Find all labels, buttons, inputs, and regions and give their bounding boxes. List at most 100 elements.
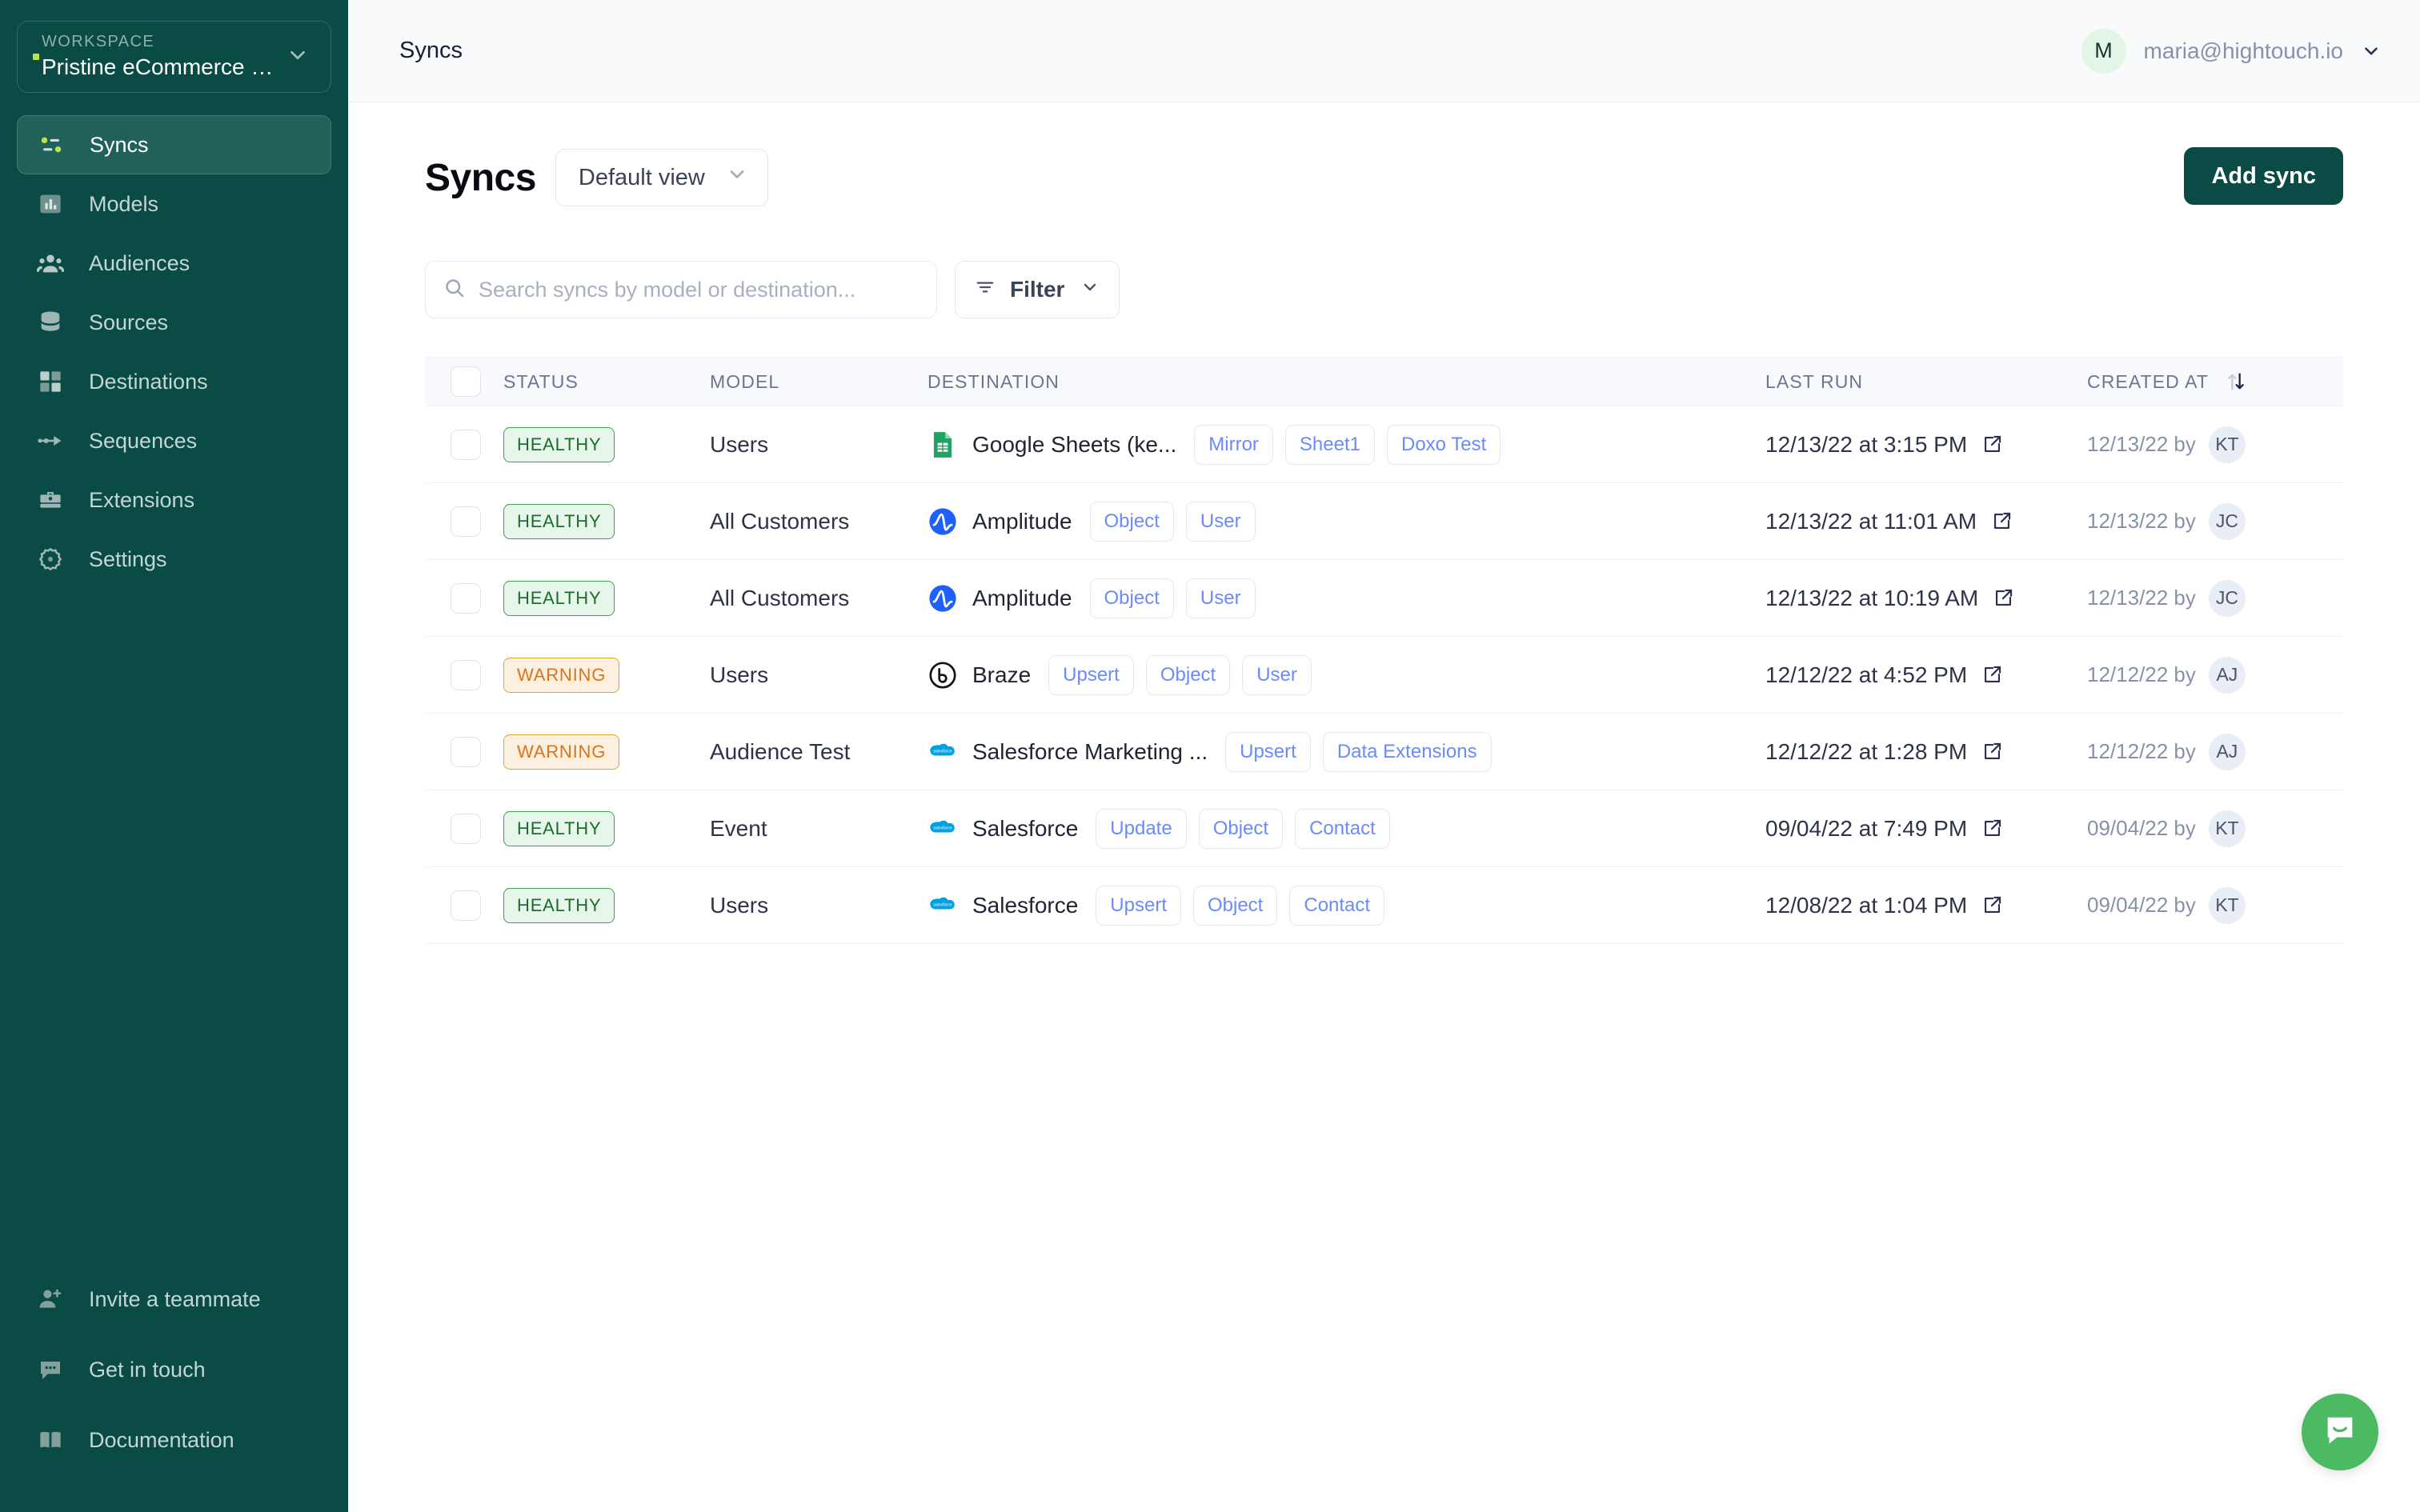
row-checkbox[interactable]: [451, 813, 481, 844]
sync-config-pill[interactable]: Upsert: [1048, 654, 1134, 695]
svg-text:salesforce: salesforce: [933, 749, 952, 754]
table-row[interactable]: HEALTHY All Customers Amplitude Object User 1…: [425, 483, 2343, 560]
sidebar-item-documentation[interactable]: Documentation: [17, 1405, 331, 1475]
sync-config-pill[interactable]: Upsert: [1225, 731, 1311, 772]
sync-config-pill[interactable]: Object: [1089, 578, 1174, 618]
row-select-cell: [425, 429, 503, 460]
view-selector[interactable]: Default view: [555, 149, 768, 206]
filter-button[interactable]: Filter: [955, 261, 1120, 318]
table-row[interactable]: HEALTHY Users salesforce Salesforce Upsert Ob…: [425, 867, 2350, 944]
status-cell: HEALTHY: [503, 503, 710, 539]
creator-avatar: AJ: [2208, 733, 2246, 770]
sync-config-pill[interactable]: Contact: [1295, 808, 1390, 849]
workspace-switcher[interactable]: WORKSPACE Pristine eCommerce Demo: [17, 21, 331, 93]
sync-config-pill[interactable]: Contact: [1289, 885, 1385, 926]
external-link-icon[interactable]: [1981, 741, 2003, 762]
external-link-icon[interactable]: [1981, 818, 2003, 839]
table-header-row: STATUS MODEL DESTINATION LAST RUN CREATE…: [425, 357, 2343, 406]
row-overflow-menu-icon[interactable]: ⋮: [2342, 894, 2350, 918]
table-row[interactable]: HEALTHY Event salesforce Salesforce Update Ob…: [425, 790, 2350, 867]
app-root: WORKSPACE Pristine eCommerce Demo Syncs: [0, 0, 2420, 1512]
column-header-status[interactable]: STATUS: [503, 371, 710, 393]
column-header-destination[interactable]: DESTINATION: [928, 371, 1765, 393]
svg-text:salesforce: salesforce: [933, 902, 952, 907]
sync-config-pill[interactable]: Upsert: [1096, 885, 1181, 926]
destination-name: Google Sheets (ke...: [972, 431, 1177, 457]
row-select-cell: [425, 506, 503, 537]
audiences-icon: [36, 249, 65, 278]
last-run-cell: 12/13/22 at 10:19 AM: [1765, 586, 2087, 611]
sync-config-pill[interactable]: Object: [1089, 501, 1174, 542]
table-row[interactable]: HEALTHY Users Google Sheets (ke... Mirror Sh…: [425, 406, 2343, 483]
table-row[interactable]: WARNING Audience Test salesforce Salesforce…: [425, 714, 2343, 790]
sidebar-item-invite-teammate[interactable]: Invite a teammate: [17, 1264, 331, 1334]
row-checkbox[interactable]: [451, 736, 481, 767]
sidebar-item-audiences[interactable]: Audiences: [17, 234, 331, 293]
sidebar-item-syncs[interactable]: Syncs: [17, 115, 331, 174]
sidebar-item-label: Documentation: [89, 1427, 234, 1452]
column-header-created-at[interactable]: CREATED AT: [2087, 370, 2343, 393]
created-at-text: 12/13/22 by: [2087, 586, 2196, 610]
sidebar-item-label: Get in touch: [89, 1357, 206, 1382]
sidebar-item-sources[interactable]: Sources: [17, 293, 331, 352]
table-row[interactable]: HEALTHY All Customers Amplitude Object User 1…: [425, 560, 2343, 637]
search-icon: [443, 277, 466, 303]
workspace-status-dot: [33, 54, 39, 60]
created-at-text: 12/12/22 by: [2087, 662, 2196, 686]
external-link-icon[interactable]: [1981, 434, 2003, 455]
row-overflow-menu-icon[interactable]: ⋮: [2342, 817, 2350, 841]
sync-config-pill[interactable]: User: [1242, 654, 1312, 695]
sync-config-pill[interactable]: Sheet1: [1284, 424, 1375, 465]
table-toolbar: Filter: [425, 261, 2343, 318]
sync-config-pill[interactable]: Doxo Test: [1387, 424, 1501, 465]
search-input[interactable]: [479, 277, 919, 302]
sidebar-item-extensions[interactable]: Extensions: [17, 470, 331, 530]
book-icon: [36, 1426, 65, 1454]
sync-config-pill[interactable]: Update: [1096, 808, 1187, 849]
sync-config-pill[interactable]: Data Extensions: [1322, 731, 1492, 772]
destination-cell: Amplitude Object User: [928, 578, 1765, 618]
sync-config-pill[interactable]: Object: [1198, 808, 1284, 849]
external-link-icon[interactable]: [1981, 664, 2003, 686]
row-checkbox[interactable]: [451, 890, 481, 921]
select-all-checkbox[interactable]: [451, 366, 481, 397]
sync-config-pill[interactable]: Object: [1145, 654, 1231, 695]
sync-config-pill[interactable]: Object: [1192, 885, 1278, 926]
row-select-cell: [425, 890, 503, 921]
model-cell: Audience Test: [710, 739, 928, 765]
sidebar-item-label: Invite a teammate: [89, 1286, 261, 1311]
sync-config-pill[interactable]: User: [1185, 578, 1256, 618]
sort-icon[interactable]: [2225, 370, 2247, 393]
status-cell: WARNING: [503, 734, 710, 770]
last-run-timestamp: 12/13/22 at 11:01 AM: [1765, 508, 1977, 534]
row-checkbox[interactable]: [451, 582, 481, 614]
add-sync-button[interactable]: Add sync: [2184, 147, 2343, 205]
row-checkbox[interactable]: [451, 659, 481, 690]
table-row[interactable]: WARNING Users Braze Upsert Object User 12/12/2…: [425, 637, 2343, 714]
salesforce-icon: salesforce: [928, 737, 958, 767]
sidebar-item-models[interactable]: Models: [17, 174, 331, 234]
external-link-icon[interactable]: [1981, 894, 2003, 916]
chat-launcher-button[interactable]: [2302, 1394, 2378, 1470]
created-at-cell: 09/04/22 by KT: [2087, 810, 2343, 847]
sidebar-item-sequences[interactable]: Sequences: [17, 411, 331, 470]
sidebar-item-get-in-touch[interactable]: Get in touch: [17, 1334, 331, 1405]
sync-config-pill[interactable]: Mirror: [1194, 424, 1273, 465]
row-select-cell: [425, 813, 503, 844]
last-run-cell: 12/08/22 at 1:04 PM: [1765, 893, 2087, 918]
column-header-model[interactable]: MODEL: [710, 371, 928, 393]
column-header-last-run[interactable]: LAST RUN: [1765, 371, 2087, 393]
page-title: Syncs: [425, 156, 536, 199]
row-checkbox[interactable]: [451, 506, 481, 537]
model-name: Users: [710, 892, 769, 918]
user-menu[interactable]: M maria@hightouch.io: [2081, 28, 2382, 74]
search-box[interactable]: [425, 261, 937, 318]
external-link-icon[interactable]: [1991, 510, 2013, 532]
external-link-icon[interactable]: [1993, 587, 2014, 609]
row-select-cell: [425, 659, 503, 690]
sidebar-item-destinations[interactable]: Destinations: [17, 352, 331, 411]
row-checkbox[interactable]: [451, 429, 481, 460]
select-all-cell: [425, 366, 503, 397]
sidebar-item-settings[interactable]: Settings: [17, 530, 331, 589]
sync-config-pill[interactable]: User: [1185, 501, 1256, 542]
